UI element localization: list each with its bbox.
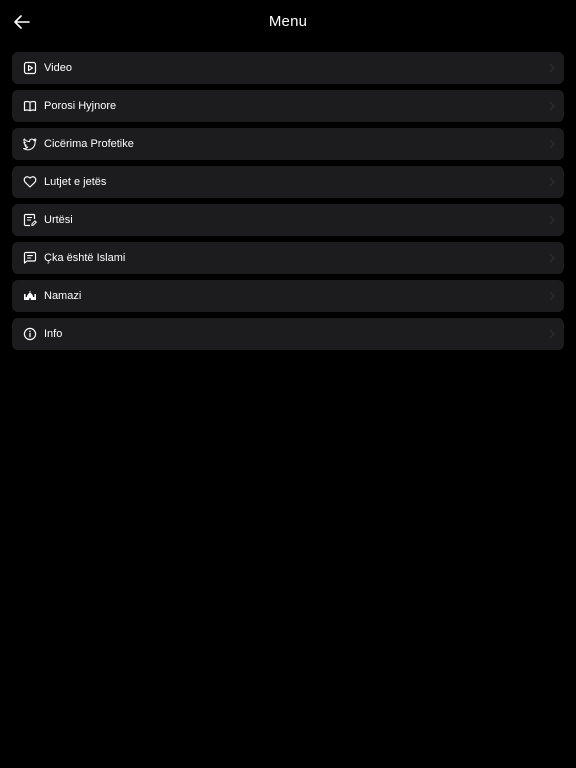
header: Menu [0,0,576,44]
menu-item-label: Namazi [44,290,82,302]
menu-item-label: Çka është Islami [44,252,126,264]
book-open-icon [23,99,37,113]
note-edit-icon [23,213,37,227]
menu-item-label: Info [44,328,63,340]
page-title: Menu [268,13,308,30]
chevron-right-icon [549,63,555,73]
chevron-right-icon [549,329,555,339]
menu-item-label: Urtësi [44,214,73,226]
menu-item-label: Video [44,62,72,74]
menu-item-namazi[interactable]: Namazi [12,280,564,312]
chevron-right-icon [549,215,555,225]
menu-item-lutjet-e-jetes[interactable]: Lutjet e jetës [12,166,564,198]
menu-item-cka-eshte-islami[interactable]: Çka është Islami [12,242,564,274]
bird-icon [23,137,37,151]
menu-item-label: Cicërima Profetike [44,138,134,150]
heart-icon [23,175,37,189]
play-square-icon [23,61,37,75]
chevron-right-icon [549,177,555,187]
menu-item-urtesi[interactable]: Urtësi [12,204,564,236]
menu-item-info[interactable]: Info [12,318,564,350]
chevron-right-icon [549,291,555,301]
menu-list: Video Porosi Hyjnore Cicërima Profetike … [12,52,564,350]
menu-item-video[interactable]: Video [12,52,564,84]
chevron-right-icon [549,253,555,263]
mosque-icon [23,289,37,303]
menu-item-porosi-hyjnore[interactable]: Porosi Hyjnore [12,90,564,122]
menu-item-label: Lutjet e jetës [44,176,107,188]
menu-item-label: Porosi Hyjnore [44,100,117,112]
message-square-icon [23,251,37,265]
info-icon [23,327,37,341]
menu-item-cicerima-profetike[interactable]: Cicërima Profetike [12,128,564,160]
chevron-right-icon [549,101,555,111]
chevron-right-icon [549,139,555,149]
